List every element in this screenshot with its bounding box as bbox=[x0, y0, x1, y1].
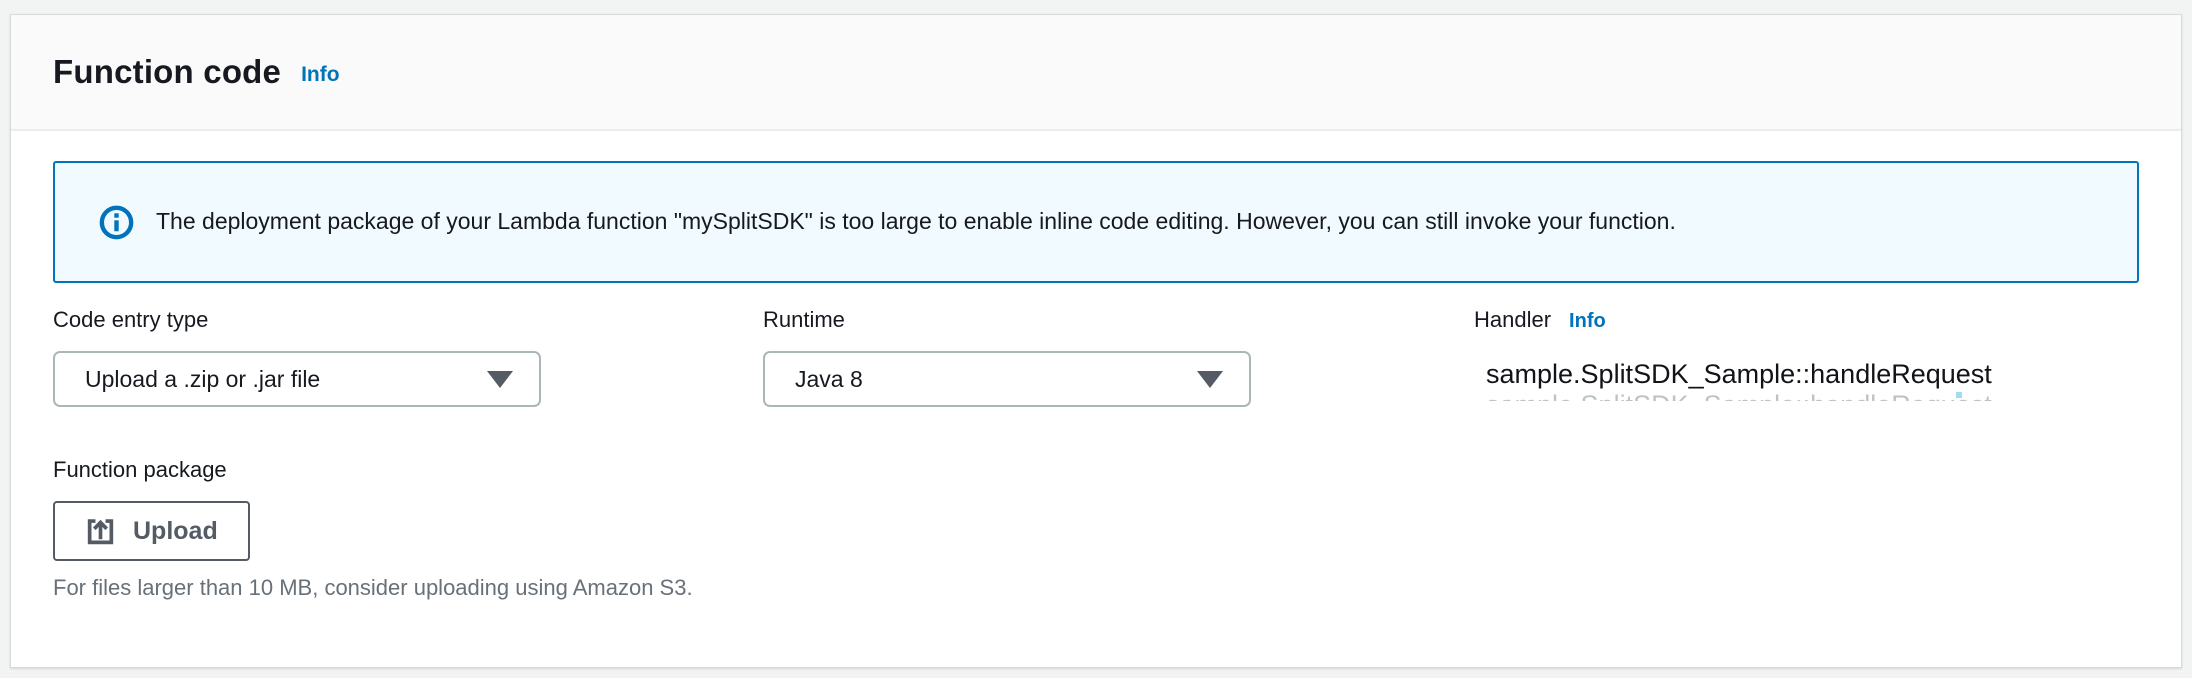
fields-row: Code entry type Upload a .zip or .jar fi… bbox=[53, 307, 2139, 407]
panel-info-link[interactable]: Info bbox=[301, 63, 339, 87]
handler-label: Handler bbox=[1474, 307, 1551, 333]
function-package-section: Function package Upload For files larger… bbox=[53, 457, 2139, 601]
handler-value-clipped-artifact: sample.SplitSDK_Sample::handleRequest bbox=[1474, 390, 2139, 401]
handler-value[interactable]: sample.SplitSDK_Sample::handleRequest bbox=[1474, 359, 2139, 390]
inline-editing-alert: The deployment package of your Lambda fu… bbox=[53, 161, 2139, 283]
chevron-down-icon bbox=[487, 371, 513, 388]
info-circle-icon bbox=[99, 205, 134, 240]
upload-button[interactable]: Upload bbox=[53, 501, 250, 561]
runtime-label: Runtime bbox=[763, 307, 845, 333]
panel-header: Function code Info bbox=[11, 15, 2181, 131]
panel-title: Function code bbox=[53, 53, 281, 91]
code-entry-type-label: Code entry type bbox=[53, 307, 208, 333]
upload-size-hint: For files larger than 10 MB, consider up… bbox=[53, 575, 2139, 601]
code-entry-type-field: Code entry type Upload a .zip or .jar fi… bbox=[53, 307, 763, 407]
runtime-field: Runtime Java 8 bbox=[763, 307, 1474, 407]
panel-body: The deployment package of your Lambda fu… bbox=[11, 131, 2181, 601]
alert-message: The deployment package of your Lambda fu… bbox=[156, 207, 1676, 237]
runtime-select[interactable]: Java 8 bbox=[763, 351, 1251, 407]
runtime-value: Java 8 bbox=[795, 366, 863, 393]
handler-info-link[interactable]: Info bbox=[1569, 310, 1606, 333]
upload-button-label: Upload bbox=[133, 517, 218, 546]
code-entry-type-select[interactable]: Upload a .zip or .jar file bbox=[53, 351, 541, 407]
function-code-panel: Function code Info The deployment packag… bbox=[10, 14, 2182, 668]
chevron-down-icon bbox=[1197, 371, 1223, 388]
upload-icon bbox=[85, 516, 116, 547]
function-package-label: Function package bbox=[53, 457, 227, 483]
handler-field: Handler Info sample.SplitSDK_Sample::han… bbox=[1474, 307, 2139, 407]
code-entry-type-value: Upload a .zip or .jar file bbox=[85, 366, 320, 393]
text-cursor-artifact bbox=[1956, 392, 1962, 398]
